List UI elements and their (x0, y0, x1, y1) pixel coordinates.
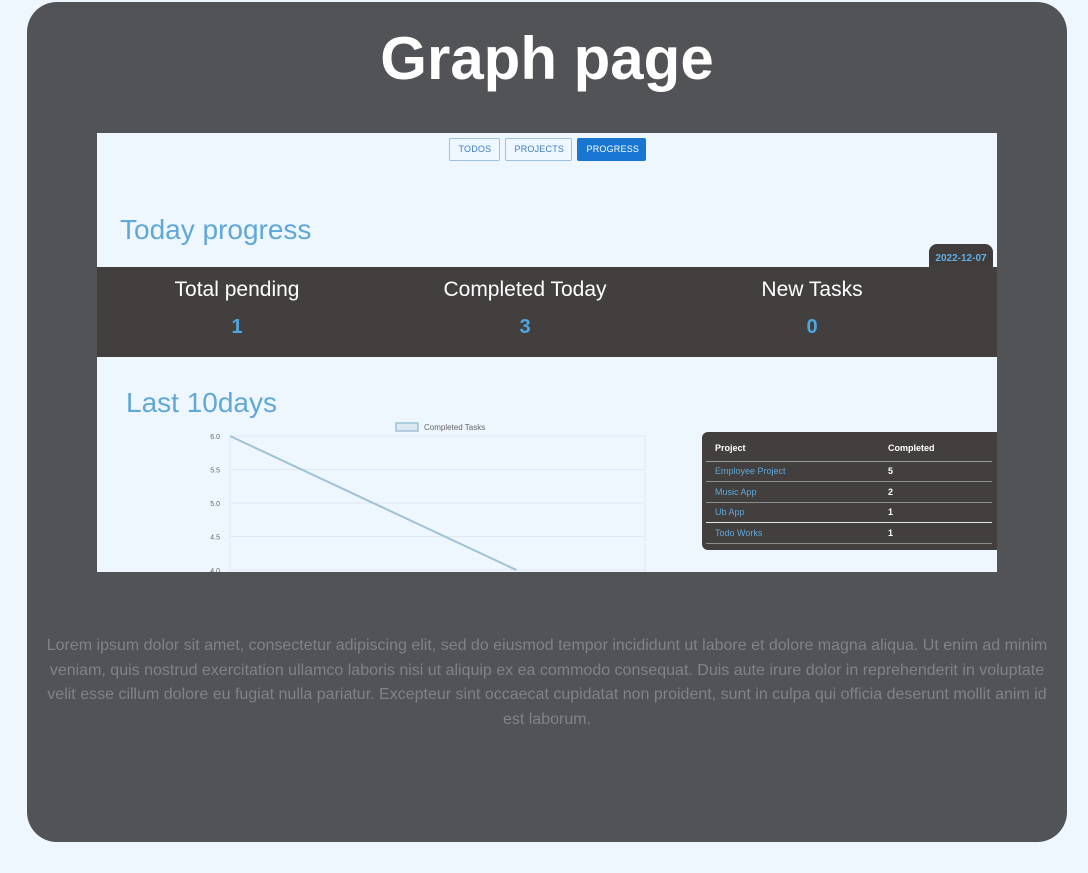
stat-value: 3 (519, 316, 531, 338)
project-completed-count: 1 (879, 502, 992, 523)
stat-new-tasks: New Tasks 0 (673, 267, 951, 357)
project-completed-count: 1 (879, 522, 992, 544)
stat-label: New Tasks (761, 278, 863, 301)
project-completed-count: 5 (879, 461, 992, 482)
completed-tasks-chart: Completed Tasks 6.0 5.5 5.0 4.5 4.0 (210, 422, 646, 572)
tab-progress[interactable]: PROGRESS (576, 138, 646, 161)
y-tick-label: 4.0 (210, 568, 220, 572)
project-name[interactable]: Employee Project (706, 461, 879, 482)
project-name[interactable]: Music App (706, 481, 879, 503)
table-row[interactable]: Employee Project 5 (706, 461, 992, 482)
tab-todos[interactable]: TODOS (448, 138, 500, 161)
stats-bar: Total pending 1 Completed Today 3 New Ta… (97, 267, 997, 357)
last-10-days-title: Last 10days (126, 387, 277, 418)
column-header-completed: Completed (879, 436, 992, 462)
stat-completed-today: Completed Today 3 (377, 267, 673, 357)
table-row[interactable]: Music App 2 (706, 481, 992, 503)
legend-label: Completed Tasks (424, 423, 485, 432)
stat-total-pending: Total pending 1 (97, 267, 377, 357)
tab-projects[interactable]: PROJECTS (504, 138, 572, 161)
project-name[interactable]: Ub App (706, 502, 879, 523)
project-completed-count: 2 (879, 481, 992, 503)
table-row[interactable]: Ub App 1 (706, 502, 992, 523)
column-header-project: Project (706, 436, 879, 462)
projects-table: Project Completed Employee Project 5 Mus… (702, 432, 997, 550)
table-header-row: Project Completed (706, 436, 992, 462)
y-tick-label: 6.0 (210, 434, 220, 441)
y-tick-label: 4.5 (210, 535, 220, 542)
y-tick-label: 5.0 (210, 501, 220, 508)
today-progress-title: Today progress (120, 214, 312, 245)
description-text: Lorem ipsum dolor sit amet, consectetur … (46, 637, 1048, 728)
content-card: Graph page TODOS PROJECTS PROGRESS Today… (27, 2, 1067, 842)
page-title: Graph page (380, 25, 714, 92)
y-tick-label: 5.5 (210, 468, 220, 475)
legend-swatch (395, 422, 419, 432)
app-screenshot: TODOS PROJECTS PROGRESS Today progress 2… (97, 133, 997, 572)
stat-label: Completed Today (443, 278, 607, 301)
stat-label: Total pending (174, 278, 300, 301)
project-name[interactable]: Todo Works (706, 522, 879, 544)
nav-bar: TODOS PROJECTS PROGRESS (97, 138, 997, 161)
table-row[interactable]: Todo Works 1 (706, 522, 992, 544)
stat-value: 1 (231, 316, 243, 338)
stat-value: 0 (806, 316, 818, 338)
